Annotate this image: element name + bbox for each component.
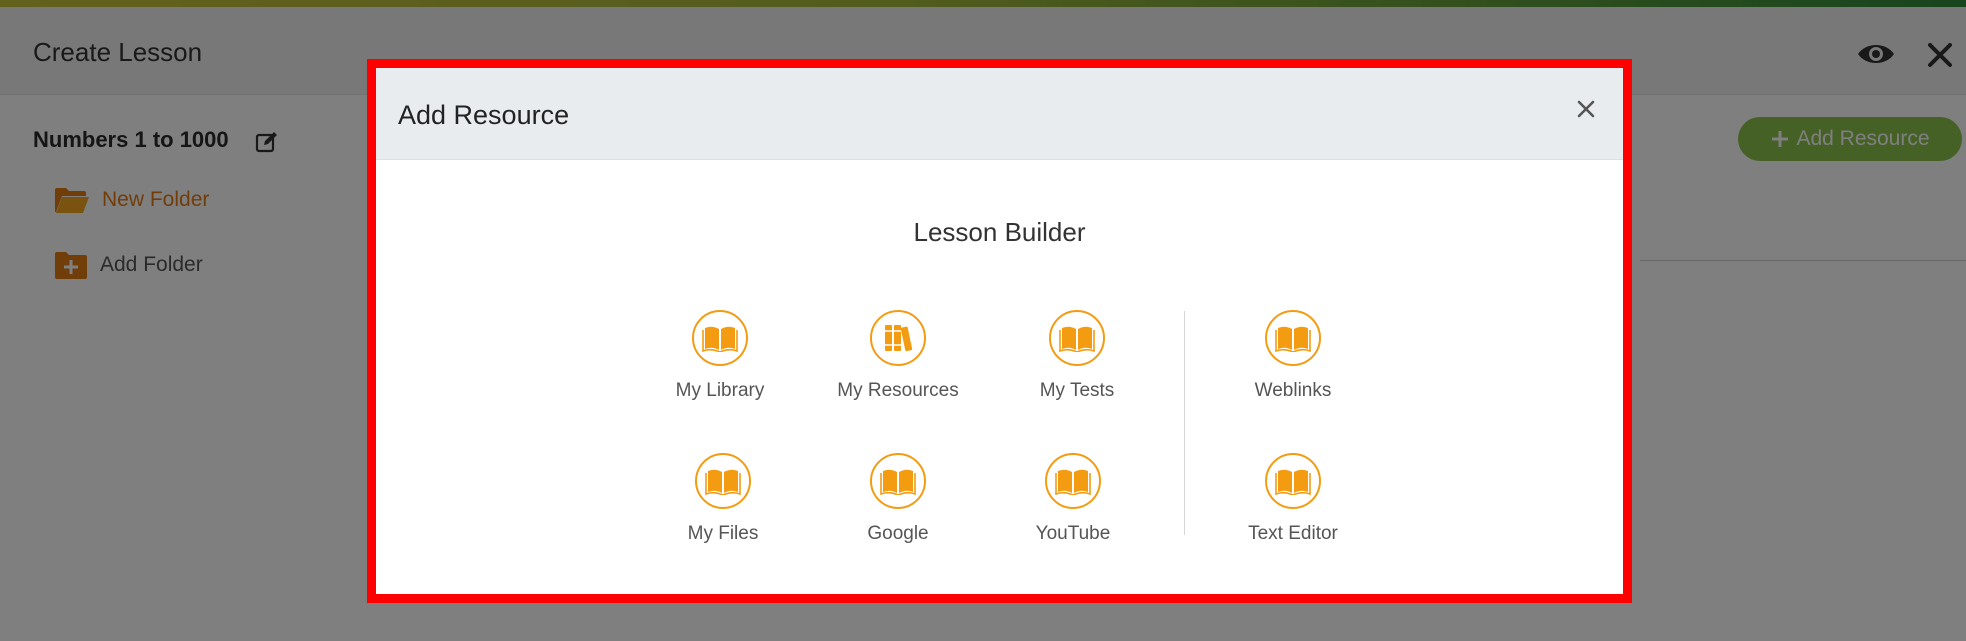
tile-google[interactable]: Google [818,453,978,545]
tile-label: My Library [675,380,765,401]
tile-label: My Files [687,523,759,544]
tile-my-files[interactable]: My Files [643,453,803,545]
tile-text-editor[interactable]: Text Editor [1213,453,1373,545]
modal-title: Add Resource [398,100,570,130]
tile-my-tests[interactable]: My Tests [997,310,1157,402]
tile-label: Text Editor [1248,523,1338,544]
book-icon [1265,310,1321,366]
tile-my-resources[interactable]: My Resources [818,310,978,402]
close-icon[interactable] [1575,98,1597,120]
section-heading: Lesson Builder [913,217,1086,247]
book-icon [692,310,748,366]
tile-label: YouTube [1035,523,1111,544]
book-icon [870,453,926,509]
book-icon [1045,453,1101,509]
add-resource-modal: Add Resource Lesson Builder My Library M… [367,59,1632,603]
tile-my-library[interactable]: My Library [640,310,800,402]
tile-group-divider [1184,311,1185,535]
book-icon [1049,310,1105,366]
book-icon [1265,453,1321,509]
book-icon [695,453,751,509]
tile-label: Weblinks [1254,380,1332,401]
tile-weblinks[interactable]: Weblinks [1213,310,1373,402]
modal-header: Add Resource [376,68,1623,160]
tile-label: My Resources [837,380,959,401]
tile-youtube[interactable]: YouTube [993,453,1153,545]
tile-label: Google [867,523,929,544]
tile-label: My Tests [1039,380,1115,401]
books-icon [870,310,926,366]
